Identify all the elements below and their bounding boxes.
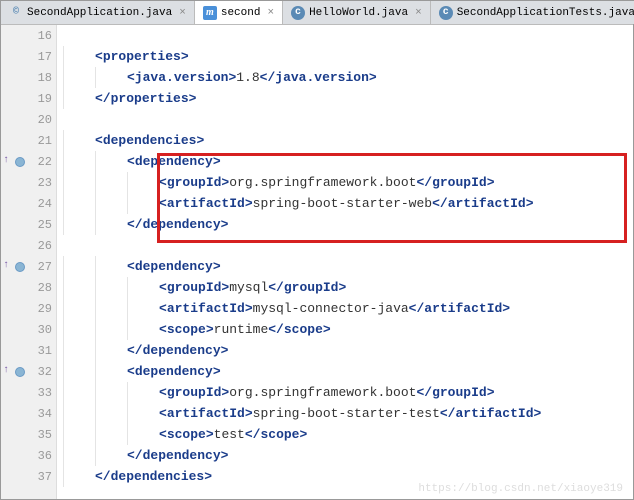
line-number: 27 xyxy=(38,260,52,274)
line-number: 30 xyxy=(38,323,52,337)
line-number: 21 xyxy=(38,134,52,148)
code-line: <properties> xyxy=(63,46,627,67)
editor-tabs: © SecondApplication.java × msecond × c Hello… xyxy=(1,1,633,25)
line-gutter: 16 17 18 19 20 21 ↑22 23 24 25 26 ↑27 28… xyxy=(1,25,57,499)
line-number: 18 xyxy=(38,71,52,85)
status-marker-icon[interactable] xyxy=(15,367,25,377)
line-number: 28 xyxy=(38,281,52,295)
tab-helloworld[interactable]: c HelloWorld.java × xyxy=(283,1,431,24)
class-icon: c xyxy=(291,6,305,20)
line-number: 22 xyxy=(38,155,52,169)
code-line: <dependencies> xyxy=(63,130,627,151)
close-icon[interactable]: × xyxy=(415,7,422,19)
line-number: 17 xyxy=(38,50,52,64)
line-number: 25 xyxy=(38,218,52,232)
class-icon: c xyxy=(439,6,453,20)
code-line xyxy=(63,25,627,46)
code-area[interactable]: <properties> <java.version>1.8</java.ver… xyxy=(57,25,633,499)
code-line: <artifactId>spring-boot-starter-web</art… xyxy=(63,193,627,214)
tab-tests[interactable]: cSecondApplicationTests.java× xyxy=(431,1,634,24)
tab-second[interactable]: msecond × xyxy=(195,1,283,24)
code-line xyxy=(63,109,627,130)
line-number: 19 xyxy=(38,92,52,106)
tab-label: SecondApplicationTests.java xyxy=(457,7,634,19)
line-number: 35 xyxy=(38,428,52,442)
code-line: <dependency> xyxy=(63,151,627,172)
code-line: </dependency> xyxy=(63,445,627,466)
line-number: 33 xyxy=(38,386,52,400)
line-number: 37 xyxy=(38,470,52,484)
code-line: <java.version>1.8</java.version> xyxy=(63,67,627,88)
code-line: <scope>runtime</scope> xyxy=(63,319,627,340)
line-number: 23 xyxy=(38,176,52,190)
code-line: <groupId>org.springframework.boot</group… xyxy=(63,382,627,403)
close-icon[interactable]: × xyxy=(267,7,274,19)
line-number: 29 xyxy=(38,302,52,316)
tab-label: second xyxy=(221,7,261,19)
line-number: 20 xyxy=(38,113,52,127)
code-line: <artifactId>spring-boot-starter-test</ar… xyxy=(63,403,627,424)
tab-secondapplication[interactable]: © SecondApplication.java × xyxy=(1,1,195,24)
code-line: <dependency> xyxy=(63,361,627,382)
code-line: <artifactId>mysql-connector-java</artifa… xyxy=(63,298,627,319)
code-editor[interactable]: 16 17 18 19 20 21 ↑22 23 24 25 26 ↑27 28… xyxy=(1,25,633,499)
line-number: 32 xyxy=(38,365,52,379)
code-line: <groupId>org.springframework.boot</group… xyxy=(63,172,627,193)
code-line: </dependency> xyxy=(63,214,627,235)
status-marker-icon[interactable] xyxy=(15,262,25,272)
line-number: 26 xyxy=(38,239,52,253)
line-number: 24 xyxy=(38,197,52,211)
java-icon: © xyxy=(9,6,23,20)
close-icon[interactable]: × xyxy=(179,7,186,19)
tab-label: HelloWorld.java xyxy=(309,7,408,19)
line-number: 16 xyxy=(38,29,52,43)
tab-label: SecondApplication.java xyxy=(27,7,172,19)
line-number: 36 xyxy=(38,449,52,463)
line-number: 34 xyxy=(38,407,52,421)
code-line: </dependency> xyxy=(63,340,627,361)
code-line: </dependencies> xyxy=(63,466,627,487)
code-line xyxy=(63,235,627,256)
code-line: <groupId>mysql</groupId> xyxy=(63,277,627,298)
code-line: <dependency> xyxy=(63,256,627,277)
maven-icon: m xyxy=(203,6,217,20)
status-marker-icon[interactable] xyxy=(15,157,25,167)
code-line: </properties> xyxy=(63,88,627,109)
line-number: 31 xyxy=(38,344,52,358)
code-line: <scope>test</scope> xyxy=(63,424,627,445)
